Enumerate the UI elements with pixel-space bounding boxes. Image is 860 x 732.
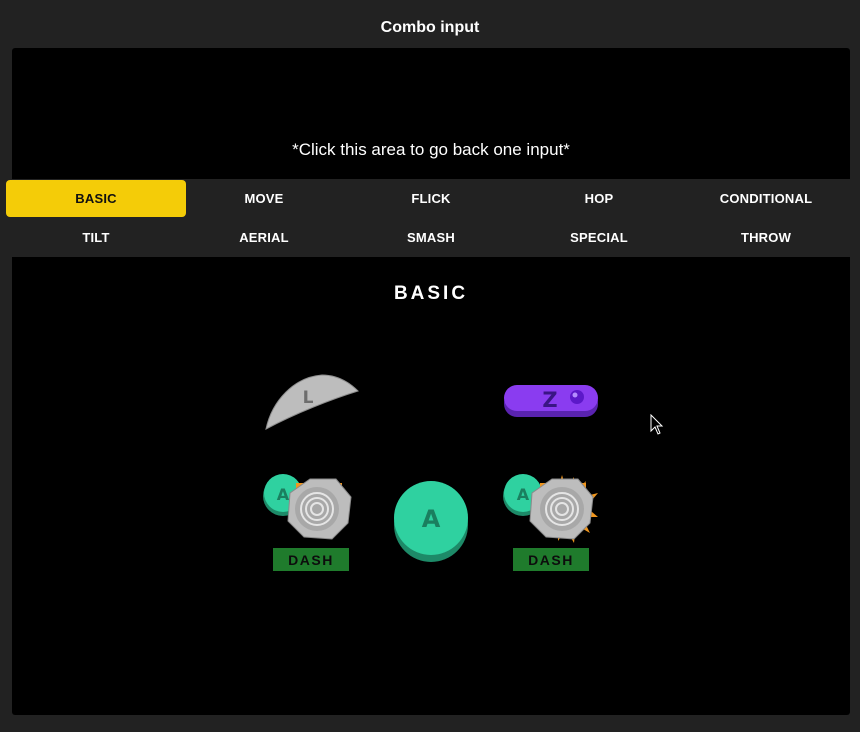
tab-hop[interactable]: HOP — [509, 180, 689, 217]
tab-aerial[interactable]: AERIAL — [174, 219, 354, 256]
dash-right-label: DASH — [513, 548, 589, 571]
tab-tilt[interactable]: TILT — [6, 219, 186, 256]
tab-special[interactable]: SPECIAL — [509, 219, 689, 256]
dash-left-icon[interactable]: A — [262, 473, 354, 545]
tab-move[interactable]: MOVE — [174, 180, 354, 217]
tab-basic[interactable]: BASIC — [6, 180, 186, 217]
tab-throw[interactable]: THROW — [676, 219, 856, 256]
category-tabs: BASIC MOVE FLICK HOP CONDITIONAL TILT AE… — [0, 179, 860, 258]
panel-title: BASIC — [393, 283, 469, 304]
dash-left-letter: A — [277, 485, 290, 504]
tab-flick[interactable]: FLICK — [341, 180, 521, 217]
tab-smash[interactable]: SMASH — [341, 219, 521, 256]
tab-conditional[interactable]: CONDITIONAL — [676, 180, 856, 217]
l-trigger-icon[interactable]: L — [262, 371, 362, 433]
l-trigger-letter: L — [303, 388, 314, 408]
go-back-hint: *Click this area to go back one input* — [292, 140, 570, 159]
z-button-letter: Z — [542, 388, 557, 412]
dash-right-letter: A — [517, 485, 530, 504]
input-panel: BASIC L Z A A DASH A DASH — [12, 257, 850, 715]
mouse-cursor-icon — [650, 414, 664, 435]
z-button-icon[interactable]: Z — [502, 383, 600, 421]
go-back-area[interactable]: *Click this area to go back one input* — [12, 48, 850, 180]
a-button-letter: A — [422, 505, 441, 533]
page-title: Combo input — [380, 19, 480, 36]
dash-left-label: DASH — [273, 548, 349, 571]
a-button-icon[interactable]: A — [392, 479, 470, 563]
dash-right-icon[interactable]: A — [502, 473, 600, 545]
